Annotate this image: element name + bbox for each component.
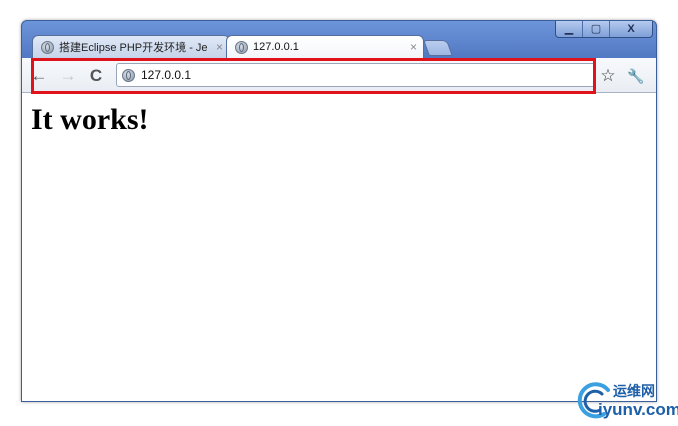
watermark-cn-text: 运维网 [613,383,655,399]
tab-label: 搭建Eclipse PHP开发环境 - Je [59,42,208,54]
bookmark-star-button[interactable]: ☆ [597,65,619,87]
page-heading: It works! [31,103,149,136]
tab-close-icon[interactable]: × [410,40,417,54]
watermark-logo: 运维网 iyunv.com [574,378,678,424]
globe-icon [122,68,135,82]
globe-icon [41,40,54,54]
tab-close-icon[interactable]: × [216,40,223,54]
watermark-en-text: iyunv.com [598,400,678,419]
tab-localhost[interactable]: 127.0.0.1 × [226,35,424,58]
address-bar[interactable]: 127.0.0.1 [116,63,596,87]
tab-strip: 搭建Eclipse PHP开发环境 - Je × 127.0.0.1 × [22,32,656,58]
reload-button[interactable]: C [85,65,107,87]
page-content: It works! [22,93,656,401]
tab-label: 127.0.0.1 [253,41,299,53]
browser-window: ▁ ▢ X 搭建Eclipse PHP开发环境 - Je × 127.0.0.1… [21,20,657,402]
address-bar-url: 127.0.0.1 [141,68,192,82]
new-tab-button[interactable] [423,40,453,56]
back-button[interactable]: ← [28,65,50,87]
tab-eclipse-php[interactable]: 搭建Eclipse PHP开发环境 - Je × [32,35,230,58]
forward-button[interactable]: → [57,65,79,87]
globe-icon [235,40,248,54]
browser-toolbar: ← → C 127.0.0.1 ☆ 🔧 [22,58,656,93]
wrench-menu-button[interactable]: 🔧 [625,65,647,87]
